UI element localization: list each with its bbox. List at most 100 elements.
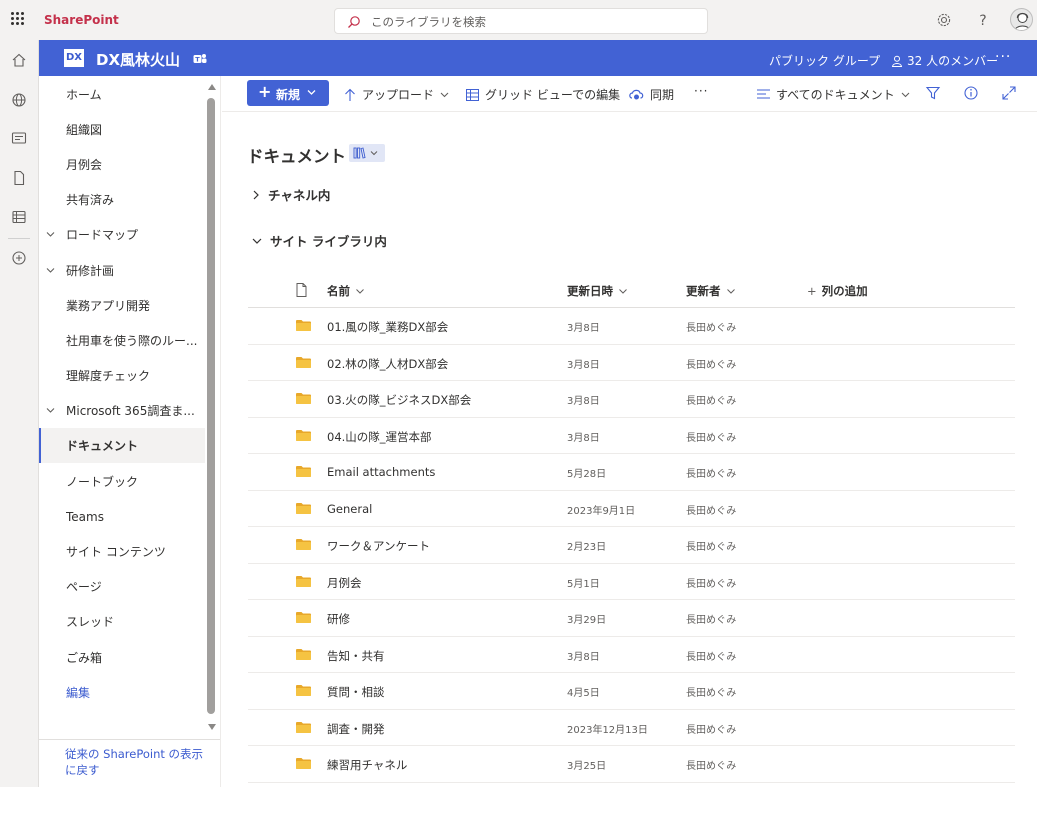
- row-name[interactable]: Email attachments: [327, 465, 435, 479]
- nav-item[interactable]: サイト コンテンツ: [39, 534, 205, 569]
- teams-icon[interactable]: T: [193, 52, 207, 65]
- row-name[interactable]: 質問・相談: [327, 684, 385, 700]
- row-modified-by[interactable]: 長田めぐみ: [686, 648, 736, 663]
- user-avatar[interactable]: [1010, 8, 1033, 31]
- sync-button[interactable]: 同期: [629, 86, 674, 103]
- row-modified-by[interactable]: 長田めぐみ: [686, 502, 736, 517]
- nav-item[interactable]: Microsoft 365調査ま...: [39, 393, 205, 428]
- row-modified-by[interactable]: 長田めぐみ: [686, 684, 736, 699]
- library-view-switcher[interactable]: [349, 144, 385, 162]
- globe-icon[interactable]: [11, 92, 27, 108]
- row-name[interactable]: General: [327, 502, 372, 516]
- row-name[interactable]: 02.林の隊_人材DX部会: [327, 356, 448, 372]
- chevron-down-icon[interactable]: [46, 266, 55, 275]
- column-header-modified-by[interactable]: 更新者: [686, 283, 735, 299]
- row-name[interactable]: ワーク＆アンケート: [327, 538, 430, 554]
- nav-item[interactable]: ごみ箱: [39, 640, 205, 675]
- nav-item[interactable]: 社用車を使う際のルー...: [39, 323, 205, 358]
- search-input[interactable]: [371, 12, 691, 31]
- nav-item-selected[interactable]: ドキュメント: [39, 428, 205, 463]
- row-modified-by[interactable]: 長田めぐみ: [686, 356, 736, 371]
- table-row[interactable]: 告知・共有 3月8日 長田めぐみ: [248, 637, 1015, 673]
- row-name[interactable]: 01.風の隊_業務DX部会: [327, 319, 448, 335]
- nav-item[interactable]: スレッド: [39, 604, 205, 639]
- add-column-button[interactable]: + 列の追加: [807, 283, 868, 299]
- row-modified-by[interactable]: 長田めぐみ: [686, 611, 736, 626]
- row-modified-by[interactable]: 長田めぐみ: [686, 721, 736, 736]
- row-modified-by[interactable]: 長田めぐみ: [686, 392, 736, 407]
- table-row[interactable]: ワーク＆アンケート 2月23日 長田めぐみ: [248, 527, 1015, 564]
- nav-scrollbar-thumb[interactable]: [207, 98, 215, 714]
- app-brand[interactable]: SharePoint: [44, 13, 119, 27]
- overflow-menu-icon[interactable]: ···: [694, 84, 708, 98]
- expand-icon[interactable]: [1001, 85, 1017, 101]
- nav-item[interactable]: ホーム: [39, 77, 205, 112]
- site-title[interactable]: DX風林火山: [96, 49, 180, 70]
- nav-item[interactable]: ページ: [39, 569, 205, 604]
- row-name[interactable]: 研修: [327, 611, 350, 627]
- table-row[interactable]: 04.山の隊_運営本部 3月8日 長田めぐみ: [248, 418, 1015, 454]
- table-row[interactable]: 月例会 5月1日 長田めぐみ: [248, 564, 1015, 600]
- row-name[interactable]: 03.火の隊_ビジネスDX部会: [327, 392, 471, 408]
- section-site-toggle[interactable]: サイト ライブラリ内: [252, 231, 387, 250]
- nav-item[interactable]: 理解度チェック: [39, 358, 205, 393]
- chevron-down-icon[interactable]: [46, 230, 55, 239]
- nav-item[interactable]: ロードマップ: [39, 217, 205, 252]
- upload-button[interactable]: アップロード: [344, 86, 455, 103]
- table-row[interactable]: 研修 3月29日 長田めぐみ: [248, 600, 1015, 637]
- section-channel-toggle[interactable]: チャネル内: [252, 185, 330, 204]
- nav-item[interactable]: 月例会: [39, 147, 205, 182]
- app-launcher-icon[interactable]: [11, 12, 25, 26]
- grid-edit-button[interactable]: グリッド ビューでの編集: [466, 86, 620, 103]
- home-icon[interactable]: [11, 52, 27, 68]
- table-row[interactable]: 03.火の隊_ビジネスDX部会 3月8日 長田めぐみ: [248, 381, 1015, 418]
- row-modified-by[interactable]: 長田めぐみ: [686, 575, 736, 590]
- nav-item[interactable]: 業務アプリ開発: [39, 288, 205, 323]
- view-selector[interactable]: すべてのドキュメント: [757, 86, 916, 103]
- row-name[interactable]: 告知・共有: [327, 648, 385, 664]
- help-icon[interactable]: ?: [974, 11, 992, 29]
- nav-item[interactable]: Teams: [39, 499, 205, 534]
- row-name[interactable]: 調査・開発: [327, 721, 385, 737]
- filter-icon[interactable]: [925, 85, 941, 101]
- add-circle-icon[interactable]: [11, 250, 27, 266]
- table-row[interactable]: 01.風の隊_業務DX部会 3月8日 長田めぐみ: [248, 308, 1015, 345]
- nav-item[interactable]: 共有済み: [39, 182, 205, 217]
- row-name[interactable]: 練習用チャネル: [327, 757, 407, 773]
- row-modified-by[interactable]: 長田めぐみ: [686, 429, 736, 444]
- row-modified-by[interactable]: 長田めぐみ: [686, 465, 736, 480]
- scroll-up-icon[interactable]: [208, 84, 216, 90]
- scroll-down-icon[interactable]: [208, 724, 216, 730]
- table-row[interactable]: 質問・相談 4月5日 長田めぐみ: [248, 673, 1015, 710]
- nav-item[interactable]: 組織図: [39, 112, 205, 147]
- row-modified-by[interactable]: 長田めぐみ: [686, 538, 736, 553]
- column-header-modified[interactable]: 更新日時: [567, 283, 627, 299]
- new-button[interactable]: + 新規: [247, 80, 329, 106]
- classic-view-link[interactable]: 従来の SharePoint の表示に戻す: [65, 746, 210, 778]
- table-row[interactable]: 練習用チャネル 3月25日 長田めぐみ: [248, 746, 1015, 783]
- row-name[interactable]: 月例会: [327, 575, 362, 591]
- file-icon[interactable]: [11, 170, 27, 186]
- table-row[interactable]: Email attachments 5月28日 長田めぐみ: [248, 454, 1015, 491]
- file-type-icon[interactable]: [296, 283, 307, 297]
- site-logo[interactable]: DX: [64, 49, 84, 67]
- info-icon[interactable]: [963, 85, 979, 101]
- upload-label: アップロード: [362, 88, 435, 102]
- list-icon[interactable]: [11, 209, 27, 225]
- members-button[interactable]: 32 人のメンバー: [891, 52, 998, 69]
- table-row[interactable]: 02.林の隊_人材DX部会 3月8日 長田めぐみ: [248, 345, 1015, 381]
- news-icon[interactable]: [11, 130, 27, 146]
- site-more-icon[interactable]: ···: [995, 49, 1011, 65]
- row-modified-by[interactable]: 長田めぐみ: [686, 757, 736, 772]
- chevron-down-icon[interactable]: [46, 406, 55, 415]
- search-box[interactable]: [334, 8, 708, 34]
- table-row[interactable]: 調査・開発 2023年12月13日 長田めぐみ: [248, 710, 1015, 746]
- row-modified-by[interactable]: 長田めぐみ: [686, 319, 736, 334]
- table-row[interactable]: General 2023年9月1日 長田めぐみ: [248, 491, 1015, 527]
- nav-item[interactable]: ノートブック: [39, 464, 205, 499]
- settings-gear-icon[interactable]: [935, 11, 953, 29]
- nav-item[interactable]: 編集: [39, 675, 205, 710]
- row-name[interactable]: 04.山の隊_運営本部: [327, 429, 432, 445]
- column-header-name[interactable]: 名前: [327, 283, 364, 299]
- nav-item[interactable]: 研修計画: [39, 253, 205, 288]
